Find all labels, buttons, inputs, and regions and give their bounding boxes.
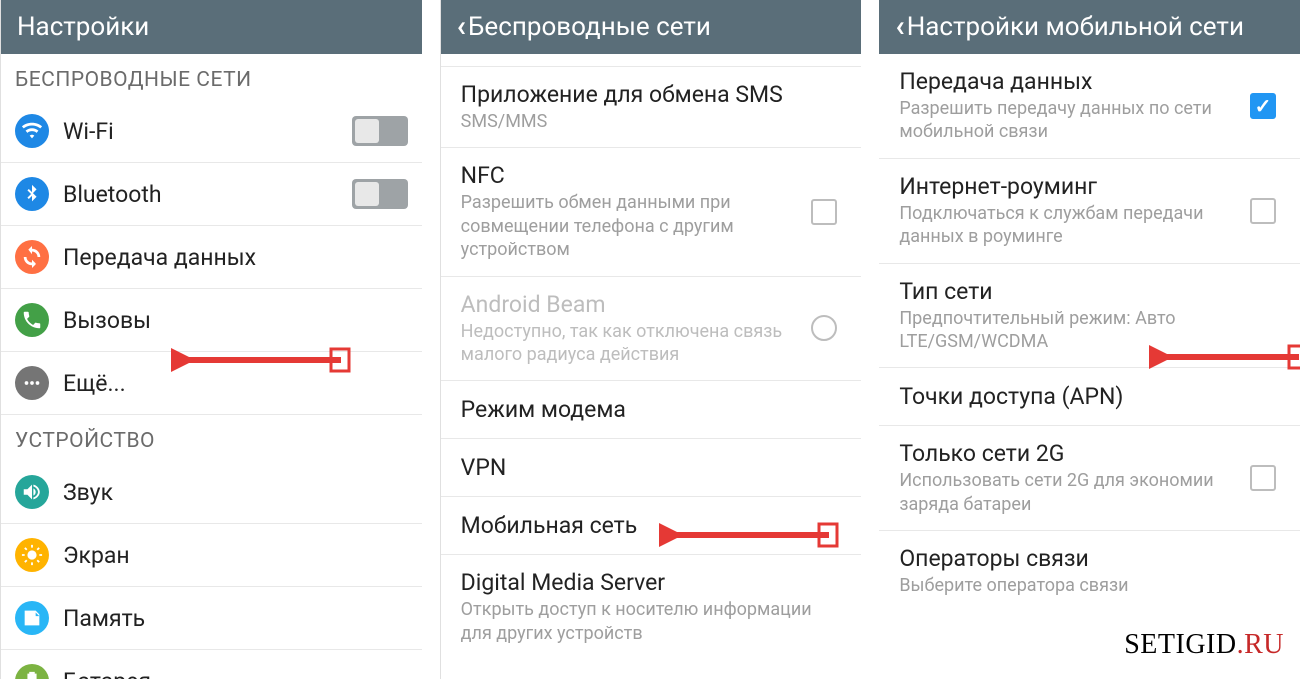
more-icon xyxy=(15,366,49,400)
item-title: Только сети 2G xyxy=(899,440,1250,467)
content-area: Приложение для обмена SMS SMS/MMS NFC Ра… xyxy=(441,54,862,679)
item-subtitle: Подключаться к службам передачи данных в… xyxy=(899,202,1250,249)
content-area: Передача данных Разрешить передачу данны… xyxy=(879,54,1300,679)
item-data-usage[interactable]: Передача данных xyxy=(1,226,422,289)
item-sound[interactable]: Звук xyxy=(1,461,422,524)
item-title: Приложение для обмена SMS xyxy=(461,81,838,108)
item-title: VPN xyxy=(461,454,838,481)
item-apn[interactable]: Точки доступа (APN) xyxy=(879,368,1300,426)
display-icon xyxy=(15,538,49,572)
watermark: SETIGID.RU xyxy=(1124,629,1284,661)
only2g-checkbox[interactable] xyxy=(1250,465,1276,491)
item-wifi[interactable]: Wi-Fi xyxy=(1,100,422,163)
item-mobile-network[interactable]: Мобильная сеть xyxy=(441,497,862,555)
item-label: Ещё... xyxy=(63,370,408,397)
storage-icon xyxy=(15,601,49,635)
item-label: Батарея xyxy=(63,668,408,679)
item-title: Режим модема xyxy=(461,396,838,423)
item-label: Передача данных xyxy=(63,244,408,271)
item-label: Wi-Fi xyxy=(63,118,352,145)
screen-mobile-network: ‹ Настройки мобильной сети Передача данн… xyxy=(879,0,1300,679)
item-title: Мобильная сеть xyxy=(461,512,838,539)
item-android-beam: Android Beam Недоступно, так как отключе… xyxy=(441,277,862,382)
screen-settings: Настройки БЕСПРОВОДНЫЕ СЕТИ Wi-Fi Blueto… xyxy=(0,0,422,679)
watermark-tld: .RU xyxy=(1237,629,1284,660)
item-subtitle: Открыть доступ к носителю информации для… xyxy=(461,598,838,645)
item-title: Digital Media Server xyxy=(461,569,838,596)
screen-wireless: ‹ Беспроводные сети Приложение для обмен… xyxy=(440,0,862,679)
item-subtitle: Разрешить передачу данных по сети мобиль… xyxy=(899,97,1250,144)
item-subtitle: Недоступно, так как отключена связь мало… xyxy=(461,320,812,367)
item-title: Тип сети xyxy=(899,278,1276,305)
item-subtitle: SMS/MMS xyxy=(461,110,838,133)
wifi-icon xyxy=(15,114,49,148)
item-title: Операторы связи xyxy=(899,545,1276,572)
sound-icon xyxy=(15,475,49,509)
item-calls[interactable]: Вызовы xyxy=(1,289,422,352)
item-network-type[interactable]: Тип сети Предпочтительный режим: Авто LT… xyxy=(879,264,1300,369)
item-label: Память xyxy=(63,605,408,632)
item-title: NFC xyxy=(461,162,812,189)
item-display[interactable]: Экран xyxy=(1,524,422,587)
data-icon xyxy=(15,240,49,274)
back-chevron-icon[interactable]: ‹ xyxy=(457,12,466,42)
item-roaming[interactable]: Интернет-роуминг Подключаться к службам … xyxy=(879,159,1300,264)
beam-radio xyxy=(811,315,837,341)
item-label: Вызовы xyxy=(63,307,408,334)
item-subtitle: Предпочтительный режим: Авто LTE/GSM/WCD… xyxy=(899,307,1276,354)
bluetooth-icon xyxy=(15,177,49,211)
roaming-checkbox[interactable] xyxy=(1250,198,1276,224)
battery-icon xyxy=(15,664,49,679)
phone-icon xyxy=(15,303,49,337)
header-title: Настройки xyxy=(1,0,422,54)
header[interactable]: ‹ Беспроводные сети xyxy=(441,0,862,54)
item-dms[interactable]: Digital Media Server Открыть доступ к но… xyxy=(441,555,862,659)
item-vpn[interactable]: VPN xyxy=(441,439,862,497)
bluetooth-toggle[interactable] xyxy=(352,179,408,209)
item-only-2g[interactable]: Только сети 2G Использовать сети 2G для … xyxy=(879,426,1300,531)
item-tethering[interactable]: Режим модема xyxy=(441,381,862,439)
item-storage[interactable]: Память xyxy=(1,587,422,650)
back-chevron-icon[interactable]: ‹ xyxy=(895,12,904,42)
item-more[interactable]: Ещё... xyxy=(1,352,422,415)
wifi-toggle[interactable] xyxy=(352,116,408,146)
item-battery[interactable]: Батарея xyxy=(1,650,422,679)
item-data-enabled[interactable]: Передача данных Разрешить передачу данны… xyxy=(879,54,1300,159)
section-device: УСТРОЙСТВО xyxy=(1,415,422,461)
item-nfc[interactable]: NFC Разрешить обмен данными при совмещен… xyxy=(441,148,862,276)
item-label: Экран xyxy=(63,542,408,569)
nfc-checkbox[interactable] xyxy=(811,199,837,225)
item-subtitle: Использовать сети 2G для экономии заряда… xyxy=(899,469,1250,516)
item-subtitle: Разрешить обмен данными при совмещении т… xyxy=(461,191,812,261)
item-title: Точки доступа (APN) xyxy=(899,383,1276,410)
section-wireless: БЕСПРОВОДНЫЕ СЕТИ xyxy=(1,54,422,100)
item-title: Интернет-роуминг xyxy=(899,173,1250,200)
item-operators[interactable]: Операторы связи Выберите оператора связи xyxy=(879,531,1300,611)
page-title: Настройки мобильной сети xyxy=(907,12,1244,42)
item-title: Передача данных xyxy=(899,68,1250,95)
page-title: Настройки xyxy=(17,12,149,42)
header[interactable]: ‹ Настройки мобильной сети xyxy=(879,0,1300,54)
item-label: Звук xyxy=(63,479,408,506)
content-area: БЕСПРОВОДНЫЕ СЕТИ Wi-Fi Bluetooth Переда… xyxy=(1,54,422,679)
data-checkbox[interactable]: ✓ xyxy=(1250,93,1276,119)
item-label: Bluetooth xyxy=(63,181,352,208)
item-subtitle: Выберите оператора связи xyxy=(899,574,1276,597)
item-title: Android Beam xyxy=(461,291,812,318)
item-sms-app[interactable]: Приложение для обмена SMS SMS/MMS xyxy=(441,66,862,148)
page-title: Беспроводные сети xyxy=(468,12,711,42)
watermark-brand: SETIGID xyxy=(1124,629,1236,660)
item-bluetooth[interactable]: Bluetooth xyxy=(1,163,422,226)
